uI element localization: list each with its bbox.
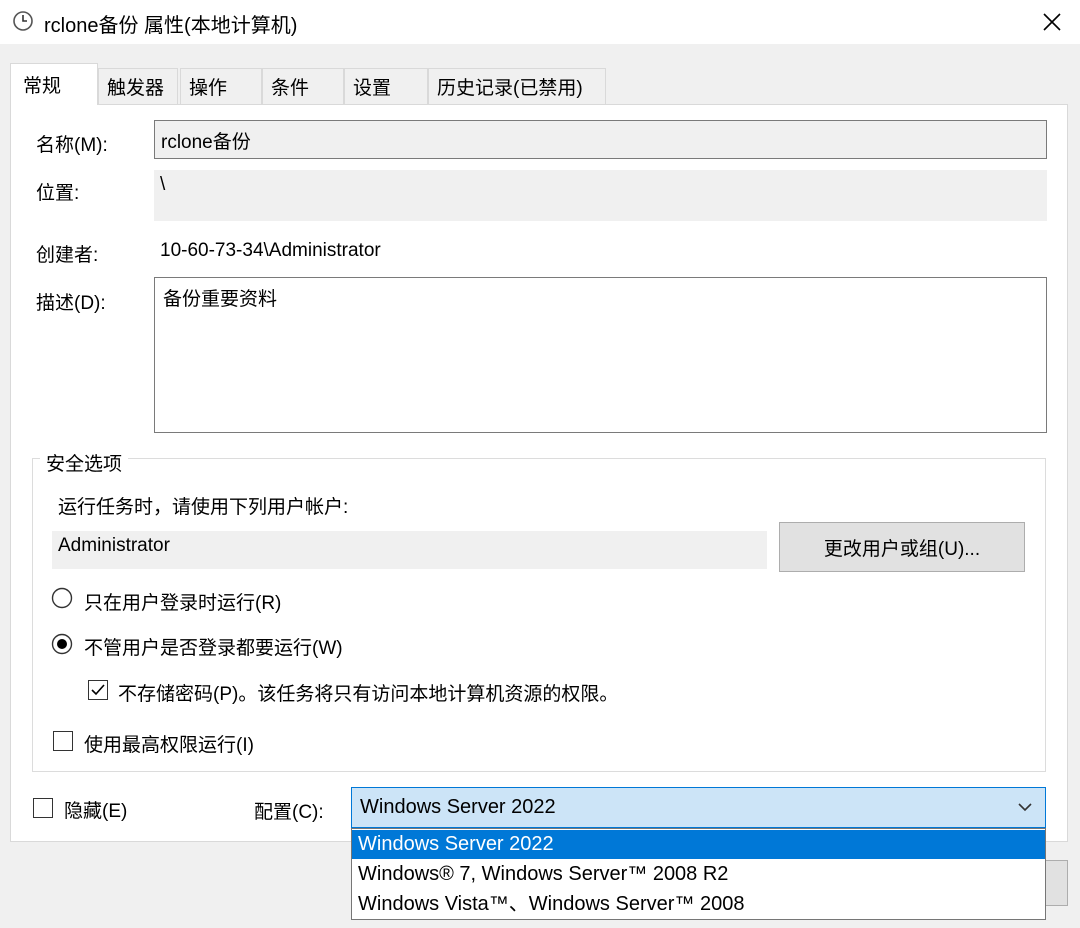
- location-field: \: [154, 170, 1047, 221]
- window-title: rclone备份 属性(本地计算机): [44, 15, 298, 37]
- name-value: rclone备份: [161, 132, 251, 153]
- security-options-title: 安全选项: [40, 449, 129, 476]
- hidden-label: 隐藏(E): [64, 801, 128, 822]
- change-user-button[interactable]: 更改用户或组(U)...: [779, 522, 1025, 572]
- tab-settings[interactable]: 设置: [344, 68, 428, 104]
- radio-logged-on-only-label: 只在用户登录时运行(R): [84, 593, 282, 614]
- chevron-down-icon: [1018, 803, 1032, 812]
- dropdown-option[interactable]: Windows Server 2022: [352, 830, 1045, 859]
- location-label: 位置:: [36, 183, 80, 204]
- user-account-value: Administrator: [58, 535, 170, 556]
- hidden-checkbox[interactable]: [33, 798, 53, 818]
- task-clock-icon: [12, 10, 34, 32]
- tab-triggers[interactable]: 触发器: [98, 68, 178, 104]
- run-highest-privileges-label: 使用最高权限运行(I): [84, 735, 254, 756]
- radio-whether-logged-on-label: 不管用户是否登录都要运行(W): [84, 638, 343, 659]
- run-highest-privileges-checkbox[interactable]: [53, 731, 73, 751]
- name-field[interactable]: rclone备份: [154, 120, 1047, 159]
- tab-general[interactable]: 常规: [10, 63, 98, 105]
- dropdown-option[interactable]: Windows® 7, Windows Server™ 2008 R2: [352, 860, 1045, 889]
- checkmark-icon: [91, 684, 105, 696]
- radio-whether-logged-on[interactable]: [51, 633, 73, 655]
- description-textarea[interactable]: 备份重要资料: [154, 277, 1047, 433]
- tab-actions[interactable]: 操作: [180, 68, 262, 104]
- title-bar: rclone备份 属性(本地计算机): [0, 0, 1080, 44]
- configure-for-combobox[interactable]: Windows Server 2022: [351, 787, 1046, 828]
- run-as-prompt: 运行任务时，请使用下列用户帐户:: [58, 497, 349, 518]
- user-account-field: Administrator: [52, 531, 767, 569]
- name-label: 名称(M):: [36, 135, 108, 156]
- tab-history[interactable]: 历史记录(已禁用): [428, 68, 606, 104]
- do-not-store-password-label: 不存储密码(P)。该任务将只有访问本地计算机资源的权限。: [118, 684, 619, 705]
- radio-logged-on-only[interactable]: [51, 587, 73, 609]
- description-value: 备份重要资料: [163, 289, 278, 310]
- close-button[interactable]: [1024, 0, 1080, 44]
- description-label: 描述(D):: [36, 293, 106, 314]
- do-not-store-password-checkbox[interactable]: [88, 680, 108, 700]
- configure-for-selected: Windows Server 2022: [360, 796, 556, 818]
- location-value: \: [160, 174, 166, 195]
- author-value: 10-60-73-34\Administrator: [160, 240, 381, 261]
- author-label: 创建者:: [36, 245, 99, 266]
- configure-for-dropdown-list: Windows Server 2022 Windows® 7, Windows …: [351, 828, 1046, 920]
- close-icon: [1043, 13, 1061, 31]
- configure-for-label: 配置(C):: [254, 802, 324, 823]
- tab-conditions[interactable]: 条件: [262, 68, 344, 104]
- dropdown-option[interactable]: Windows Vista™、Windows Server™ 2008: [352, 890, 1045, 919]
